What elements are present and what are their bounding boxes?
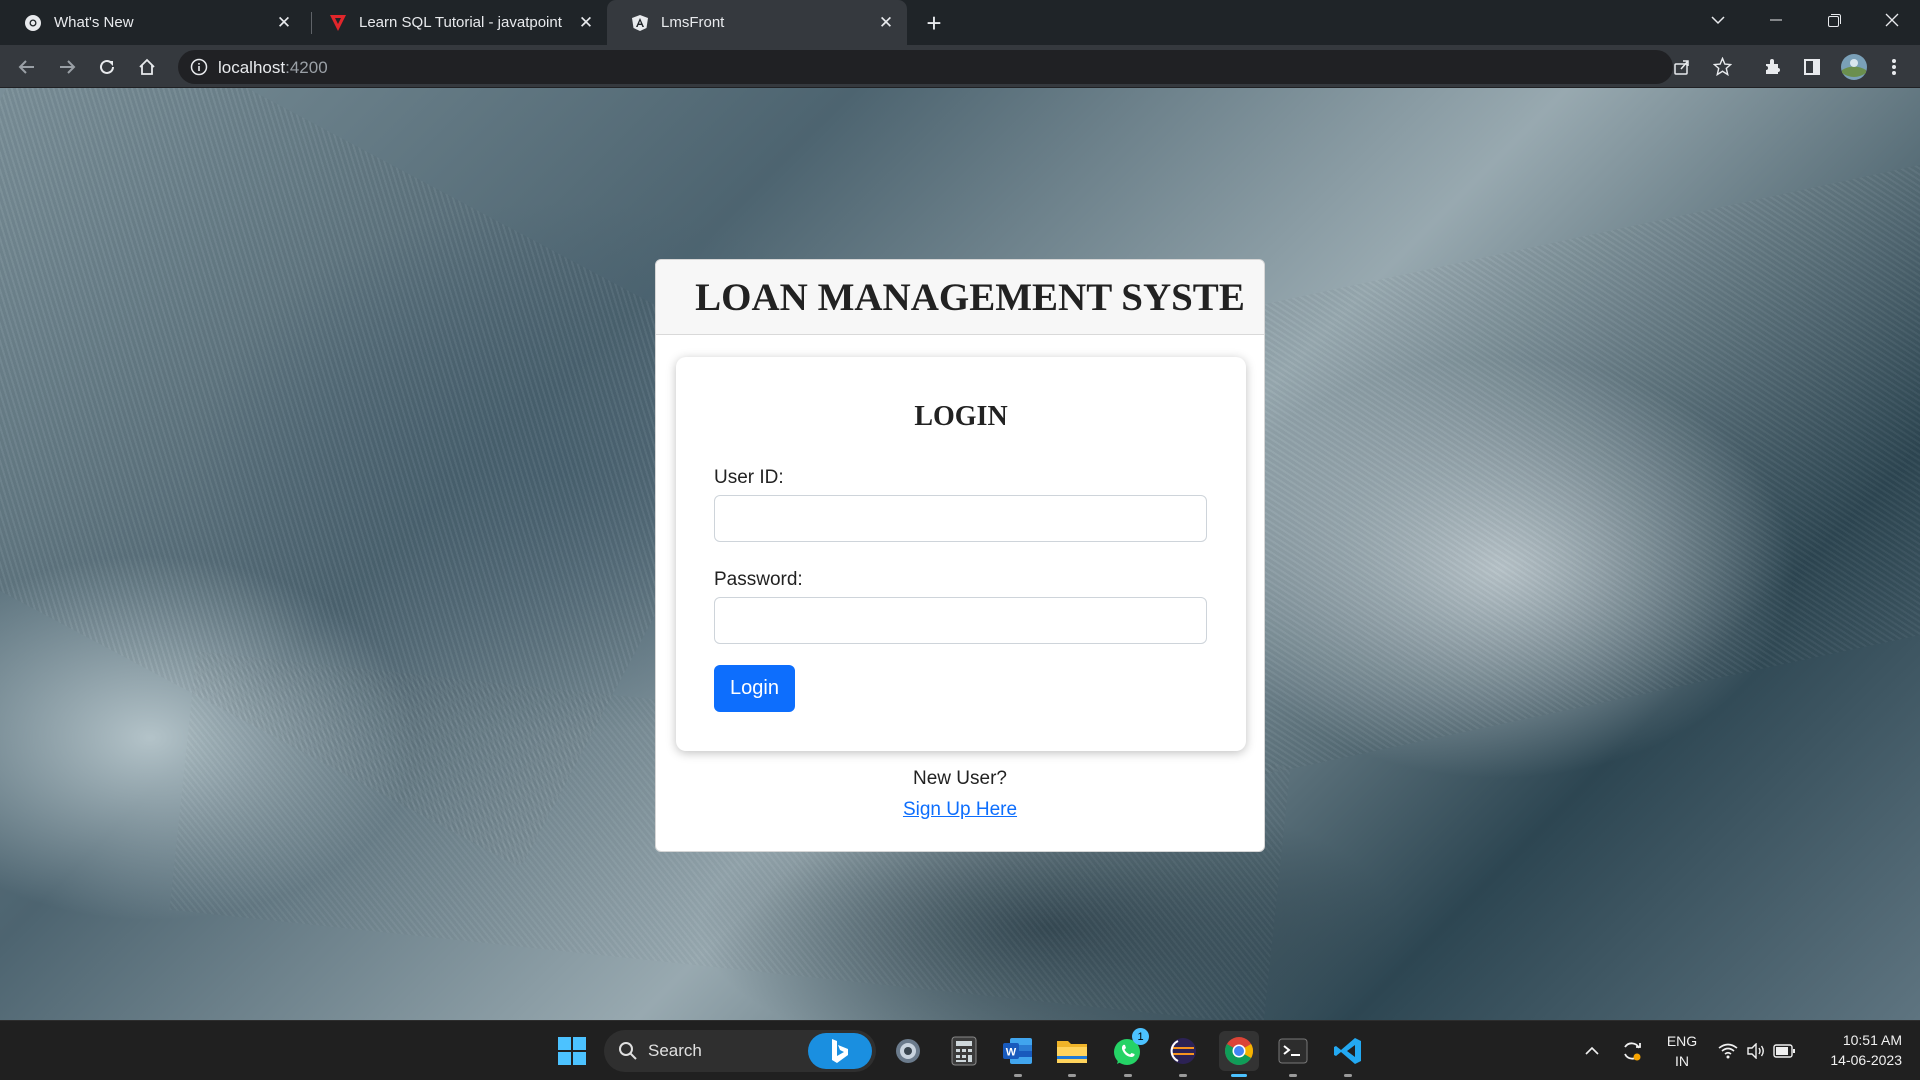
lang-top[interactable]: ENG — [1664, 1033, 1700, 1049]
back-icon[interactable] — [11, 51, 43, 83]
javatpoint-icon — [329, 14, 347, 32]
signup-link[interactable]: Sign Up Here — [656, 799, 1264, 821]
search-label: Search — [648, 1041, 702, 1060]
page-background: LOAN MANAGEMENT SYSTE LOGIN User ID: Pas… — [0, 88, 1920, 1020]
forward-icon[interactable] — [51, 51, 83, 83]
running-indicator — [1124, 1074, 1132, 1077]
userid-label: User ID: — [714, 467, 784, 488]
clock-date[interactable]: 14-06-2023 — [1808, 1052, 1902, 1068]
login-form: LOGIN User ID: Password: Login — [676, 357, 1246, 751]
password-label: Password: — [714, 569, 803, 590]
bookmark-star-icon[interactable] — [1712, 56, 1733, 81]
running-indicator — [1179, 1074, 1187, 1077]
running-indicator — [1344, 1074, 1352, 1077]
browser-toolbar: localhost:4200 — [0, 45, 1920, 88]
tab-lmsfront[interactable]: LmsFront ✕ — [607, 0, 907, 45]
settings-icon[interactable] — [888, 1031, 928, 1071]
tab-search-dropdown-icon[interactable] — [1690, 0, 1746, 40]
url-text: localhost:4200 — [218, 58, 328, 78]
bing-icon[interactable] — [808, 1033, 872, 1069]
address-bar[interactable]: localhost:4200 — [178, 50, 1733, 84]
restore-button[interactable] — [1806, 0, 1862, 40]
windows-start-icon[interactable] — [552, 1031, 592, 1071]
reload-icon[interactable] — [91, 51, 123, 83]
menu-kebab-icon[interactable] — [1878, 51, 1910, 83]
extensions-icon[interactable] — [1756, 51, 1788, 83]
site-info-icon[interactable] — [190, 58, 208, 76]
word-icon[interactable]: W — [998, 1031, 1038, 1077]
side-panel-icon[interactable] — [1796, 51, 1828, 83]
app-title: LOAN MANAGEMENT SYSTE — [695, 275, 1245, 319]
chrome-taskbar-icon[interactable] — [1219, 1031, 1259, 1077]
eclipse-icon[interactable] — [1163, 1031, 1203, 1077]
url-port: :4200 — [285, 58, 328, 77]
tab-whats-new[interactable]: What's New ✕ — [0, 0, 305, 45]
tab-title: Learn SQL Tutorial - javatpoint — [359, 14, 562, 31]
login-heading: LOGIN — [914, 401, 1008, 432]
clock-time[interactable]: 10:51 AM — [1808, 1032, 1902, 1048]
close-icon[interactable]: ✕ — [273, 12, 295, 34]
angular-icon — [631, 14, 649, 32]
sync-icon[interactable] — [1612, 1031, 1652, 1071]
new-user-text: New User? — [913, 768, 1007, 789]
url-host: localhost — [218, 58, 286, 77]
login-card: LOAN MANAGEMENT SYSTE LOGIN User ID: Pas… — [655, 259, 1265, 852]
file-explorer-icon[interactable] — [1052, 1031, 1092, 1077]
running-indicator — [1068, 1074, 1076, 1077]
tab-strip: What's New ✕ Learn SQL Tutorial - javatp… — [0, 0, 1920, 45]
close-icon[interactable]: ✕ — [875, 12, 897, 34]
vscode-icon[interactable] — [1328, 1031, 1368, 1077]
lang-bottom[interactable]: IN — [1664, 1053, 1700, 1069]
tab-title: What's New — [54, 14, 134, 31]
minimize-button[interactable] — [1748, 0, 1804, 40]
windows-taskbar: Search W 1 ENG IN 10:51 AM 14-06-2023 — [0, 1020, 1920, 1080]
new-tab-button[interactable]: + — [918, 8, 950, 38]
share-icon[interactable] — [1673, 58, 1691, 81]
close-window-button[interactable] — [1864, 0, 1920, 40]
userid-input[interactable] — [714, 495, 1207, 542]
card-header: LOAN MANAGEMENT SYSTE — [656, 260, 1264, 335]
tab-title: LmsFront — [661, 14, 725, 31]
profile-avatar[interactable] — [1838, 51, 1870, 83]
active-indicator — [1231, 1074, 1247, 1077]
notification-badge: 1 — [1132, 1028, 1149, 1045]
close-icon[interactable]: ✕ — [575, 12, 597, 34]
chrome-icon — [24, 14, 42, 32]
whatsapp-icon[interactable]: 1 — [1108, 1028, 1149, 1077]
svg-text:W: W — [1006, 1047, 1017, 1059]
terminal-icon[interactable] — [1273, 1031, 1313, 1077]
calculator-icon[interactable] — [944, 1031, 984, 1071]
chevron-up-icon[interactable] — [1572, 1031, 1612, 1071]
home-icon[interactable] — [131, 51, 163, 83]
password-input[interactable] — [714, 597, 1207, 644]
taskbar-search[interactable]: Search — [604, 1030, 876, 1072]
running-indicator — [1014, 1074, 1022, 1077]
running-indicator — [1289, 1074, 1297, 1077]
login-button[interactable]: Login — [714, 665, 795, 712]
battery-icon[interactable] — [1764, 1031, 1804, 1071]
search-icon — [618, 1041, 638, 1066]
tab-javatpoint[interactable]: Learn SQL Tutorial - javatpoint ✕ — [305, 0, 607, 45]
